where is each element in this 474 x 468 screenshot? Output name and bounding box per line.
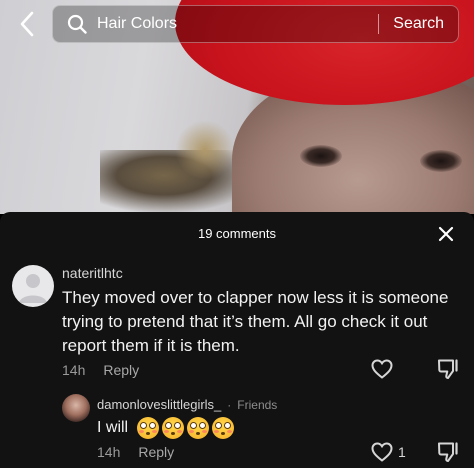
- flushed-face-emoji: [212, 417, 235, 439]
- comment-username[interactable]: nateritlhtc: [62, 265, 123, 281]
- comment-timestamp: 14h: [62, 362, 86, 378]
- reply-text-content: I will: [97, 419, 129, 436]
- reply-username[interactable]: damonloveslittlegirls_: [97, 397, 221, 412]
- reply-button[interactable]: Reply: [138, 444, 174, 460]
- comment-meta: 14h Reply: [62, 362, 139, 378]
- like-count: 1: [398, 444, 406, 460]
- thumbs-down-icon: [438, 442, 458, 462]
- comments-sheet: 19 comments nateritlhtc They moved over …: [0, 212, 474, 468]
- reply-button[interactable]: Reply: [103, 362, 139, 378]
- thumbs-down-icon: [438, 359, 458, 379]
- search-button[interactable]: Search: [379, 15, 458, 33]
- avatar[interactable]: [12, 265, 54, 307]
- reply-meta: 14h Reply: [97, 444, 174, 460]
- friends-label: Friends: [237, 397, 278, 412]
- reply-avatar[interactable]: [62, 394, 90, 422]
- flushed-face-emoji: [162, 417, 185, 439]
- reply-userline: damonloveslittlegirls_ · Friends: [97, 397, 277, 412]
- flushed-face-emoji: [187, 417, 210, 439]
- background-object: [175, 120, 235, 180]
- person-eye-right: [420, 150, 462, 172]
- search-icon: [67, 13, 89, 35]
- back-button[interactable]: [12, 8, 42, 40]
- comments-count-header: 19 comments: [197, 226, 277, 241]
- dislike-button[interactable]: [436, 357, 460, 381]
- search-bar[interactable]: Hair Colors Search: [52, 5, 459, 43]
- person-eye-left: [300, 145, 342, 167]
- search-input[interactable]: Hair Colors: [97, 15, 378, 33]
- heart-icon: [371, 359, 393, 379]
- reply-text: I will: [97, 417, 235, 439]
- close-icon: [438, 226, 454, 242]
- close-button[interactable]: [434, 222, 458, 246]
- reply-timestamp: 14h: [97, 444, 121, 460]
- chevron-left-icon: [20, 11, 34, 37]
- separator-dot: ·: [227, 397, 232, 412]
- dislike-button[interactable]: [436, 440, 460, 464]
- like-button[interactable]: 1: [370, 440, 406, 464]
- like-button[interactable]: [370, 357, 394, 381]
- default-avatar-icon: [19, 274, 47, 303]
- flushed-face-emoji: [137, 417, 160, 439]
- comment-text: They moved over to clapper now less it i…: [62, 288, 449, 355]
- heart-icon: [371, 442, 393, 462]
